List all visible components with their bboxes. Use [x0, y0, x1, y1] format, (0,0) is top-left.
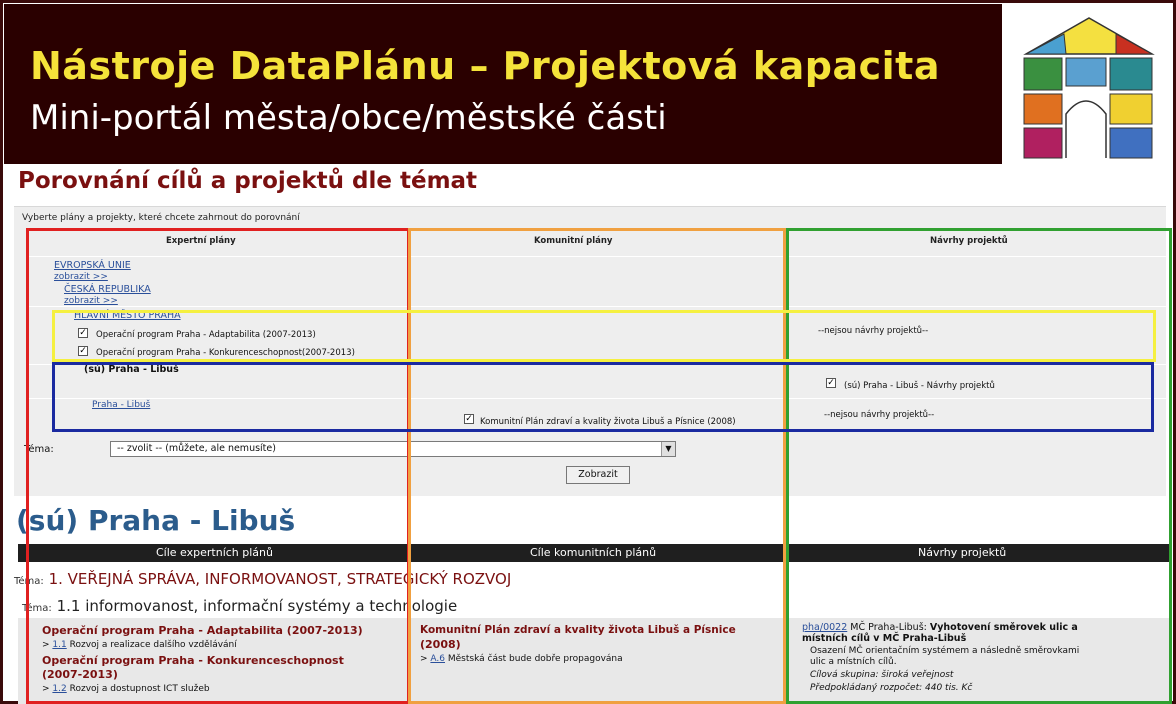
highlight-proposals-column	[786, 228, 1172, 704]
highlight-libus-row	[52, 362, 1154, 432]
banner-title: Nástroje DataPlánu – Projektová kapacita	[30, 44, 940, 88]
house-logo-icon	[1023, 17, 1155, 159]
banner: Nástroje DataPlánu – Projektová kapacita…	[4, 4, 1002, 164]
dataplan-logo	[1006, 4, 1172, 164]
highlight-community-column	[408, 228, 786, 704]
banner-subtitle: Mini-portál města/obce/městské části	[30, 98, 667, 138]
instruction-text: Vyberte plány a projekty, které chcete z…	[22, 213, 300, 223]
section-title: Porovnání cílů a projektů dle témat	[18, 168, 478, 194]
highlight-prague-row	[52, 310, 1156, 362]
highlight-expert-column	[26, 228, 410, 704]
